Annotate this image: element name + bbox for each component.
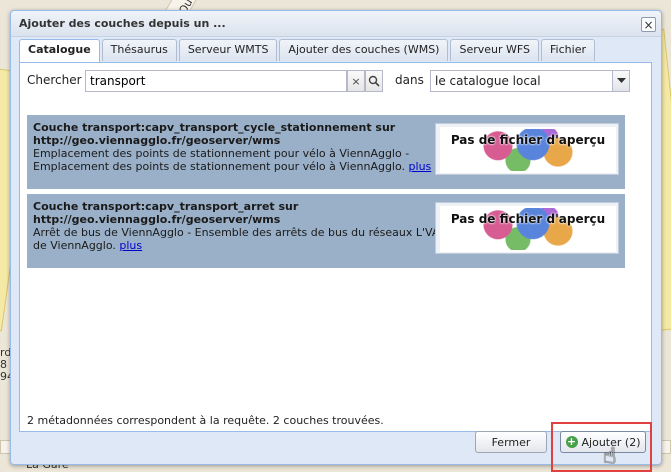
result-thumbnail: Pas de fichier d'aperçu — [435, 123, 619, 175]
catalogue-source-select[interactable]: le catalogue local — [430, 70, 629, 92]
dialog-title: Ajouter des couches depuis un ... — [19, 17, 226, 30]
dialog-header: Ajouter des couches depuis un ... × — [11, 11, 661, 37]
tab-add-wms-layers[interactable]: Ajouter des couches (WMS) — [279, 39, 449, 61]
chevron-down-icon[interactable] — [612, 70, 630, 92]
tab-bar: Catalogue Thésaurus Serveur WMTS Ajouter… — [19, 39, 595, 62]
close-button-label: Fermer — [491, 435, 531, 449]
more-link[interactable]: plus — [119, 239, 142, 252]
result-description: Arrêt de bus de ViennAgglo - Ensemble de… — [33, 226, 453, 252]
thumbnail-image: Pas de fichier d'aperçu — [440, 127, 616, 173]
in-label: dans — [395, 73, 424, 87]
tab-wmts-server[interactable]: Serveur WMTS — [178, 39, 278, 61]
search-input[interactable] — [85, 70, 347, 92]
result-thumbnail: Pas de fichier d'aperçu — [435, 202, 619, 254]
tab-file[interactable]: Fichier — [541, 39, 595, 61]
close-button[interactable]: Fermer — [475, 431, 547, 453]
no-preview-text: Pas de fichier d'aperçu — [450, 212, 606, 226]
tab-thesaurus[interactable]: Thésaurus — [101, 39, 177, 61]
search-icon[interactable] — [365, 70, 383, 92]
result-item[interactable]: Couche transport:capv_transport_arret su… — [27, 194, 625, 268]
add-layers-dialog: Ajouter des couches depuis un ... × Cata… — [10, 10, 662, 465]
close-icon[interactable]: × — [641, 17, 656, 32]
highlight-box — [551, 422, 652, 472]
clear-search-icon[interactable]: × — [347, 70, 365, 92]
catalogue-panel: Chercher × dans le catalogue local Couch… — [19, 62, 652, 432]
result-description-text: Arrêt de bus de ViennAgglo - Ensemble de… — [33, 226, 440, 252]
result-title: Couche transport:capv_transport_cycle_st… — [33, 121, 396, 147]
thumbnail-image: Pas de fichier d'aperçu — [440, 206, 616, 252]
no-preview-text: Pas de fichier d'aperçu — [450, 133, 606, 147]
tab-catalogue[interactable]: Catalogue — [19, 39, 100, 62]
result-item[interactable]: Couche transport:capv_transport_cycle_st… — [27, 115, 625, 189]
search-row: Chercher × dans le catalogue local — [20, 63, 651, 99]
results-summary: 2 métadonnées correspondent à la requête… — [27, 414, 384, 427]
tab-wfs-server[interactable]: Serveur WFS — [450, 39, 540, 61]
result-description: Emplacement des points de stationnement … — [33, 147, 453, 173]
more-link[interactable]: plus — [409, 160, 432, 173]
result-description-text: Emplacement des points de stationnement … — [33, 147, 410, 173]
result-title: Couche transport:capv_transport_arret su… — [33, 200, 299, 226]
search-label: Chercher — [27, 73, 82, 87]
hand-pointer-icon: ☝ — [603, 444, 617, 469]
